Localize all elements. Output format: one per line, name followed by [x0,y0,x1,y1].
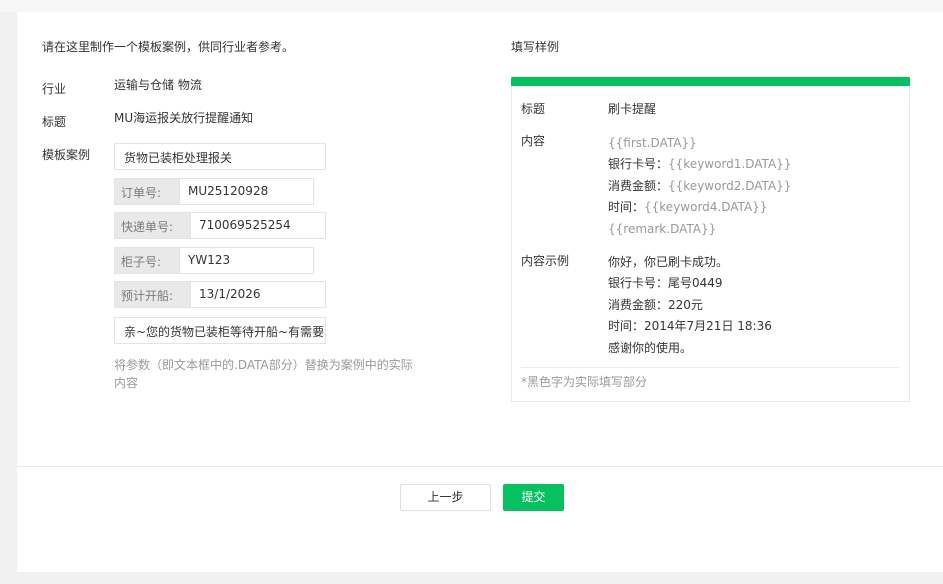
field-key-box: 预计开船: [114,281,191,308]
field-key: 快递单号: [121,220,174,234]
sample-content-line: 时间：{{keyword4.DATA}} [608,199,767,215]
sample-content-line: 消费金额：{{keyword2.DATA}} [608,178,791,194]
content-param: {{keyword1.DATA}} [668,157,792,171]
field-key: 订单号: [121,186,162,200]
field-express-number: 快递单号: 710069525254 [114,212,326,239]
title-value: MU海运报关放行提醒通知 [114,111,254,125]
field-value: MU25120928 [188,184,269,198]
content-prefix: 消费金额： [608,179,669,193]
footer-divider [17,466,943,467]
container-number-input[interactable]: YW123 [179,247,314,274]
field-value: 13/1/2026 [199,287,261,301]
top-strip [0,0,943,12]
param-hint-line1: 将参数（即文本框中的.DATA部分）替换为案例中的实际 [114,358,413,372]
template-form-page: 请在这里制作一个模板案例，供同行业者参考。 行业 运输与仓储 物流 标题 MU海… [17,12,943,572]
prev-step-button[interactable]: 上一步 [400,484,491,511]
field-container-number: 柜子号: YW123 [114,247,314,274]
sample-footnote: *黑色字为实际填写部分 [521,375,648,389]
field-key-box: 快递单号: [114,212,191,239]
order-number-input[interactable]: MU25120928 [179,178,314,205]
sample-content-line: {{first.DATA}} [608,135,697,151]
remark-data-value: 亲~您的货物已装柜等待开船~有需要 [124,325,325,339]
sample-divider [521,367,900,368]
field-key: 预计开船: [121,289,174,303]
sample-example-line: 消费金额：220元 [608,298,703,312]
field-key-box: 订单号: [114,178,180,205]
field-key-box: 柜子号: [114,247,180,274]
param-hint-line2: 内容 [114,376,139,390]
content-param: {{keyword2.DATA}} [668,179,792,193]
sample-title-value: 刷卡提醒 [608,102,657,116]
form-intro: 请在这里制作一个模板案例，供同行业者参考。 [42,40,295,54]
sample-title-label: 标题 [521,102,546,116]
estimated-sailing-input[interactable]: 13/1/2026 [190,281,326,308]
sample-heading: 填写样例 [511,40,560,54]
sample-example-label: 内容示例 [521,254,570,268]
field-value: YW123 [188,253,231,267]
content-param: {{remark.DATA}} [608,222,717,236]
sample-content-label: 内容 [521,134,546,148]
field-value: 710069525254 [199,218,291,232]
first-data-input[interactable]: 货物已装柜处理报关 [114,143,326,170]
express-number-input[interactable]: 710069525254 [190,212,326,239]
sample-example-line: 时间：2014年7月21日 18:36 [608,319,772,333]
sample-content-line: 银行卡号：{{keyword1.DATA}} [608,156,791,172]
submit-button[interactable]: 提交 [503,484,564,511]
sample-accent-bar [511,77,910,86]
case-label: 模板案例 [42,148,91,162]
bottom-strip [0,572,943,584]
first-data-value: 货物已装柜处理报关 [124,151,233,165]
title-label: 标题 [42,115,67,129]
sample-example-line: 银行卡号：尾号0449 [608,276,723,290]
content-prefix: 银行卡号： [608,157,669,171]
field-key: 柜子号: [121,255,162,269]
industry-value: 运输与仓储 物流 [114,78,202,92]
field-estimated-sailing: 预计开船: 13/1/2026 [114,281,326,308]
content-param: {{keyword4.DATA}} [644,200,768,214]
sample-card: 标题 刷卡提醒 内容 {{first.DATA}} 银行卡号：{{keyword… [511,76,910,402]
industry-label: 行业 [42,82,67,96]
remark-data-input[interactable]: 亲~您的货物已装柜等待开船~有需要 [114,317,326,344]
sample-content-line: {{remark.DATA}} [608,221,716,237]
field-order-number: 订单号: MU25120928 [114,178,314,205]
sample-example-line: 你好，你已刷卡成功。 [608,255,729,269]
sample-example-line: 感谢你的使用。 [608,341,693,355]
content-prefix: 时间： [608,200,645,214]
content-param: {{first.DATA}} [608,136,697,150]
